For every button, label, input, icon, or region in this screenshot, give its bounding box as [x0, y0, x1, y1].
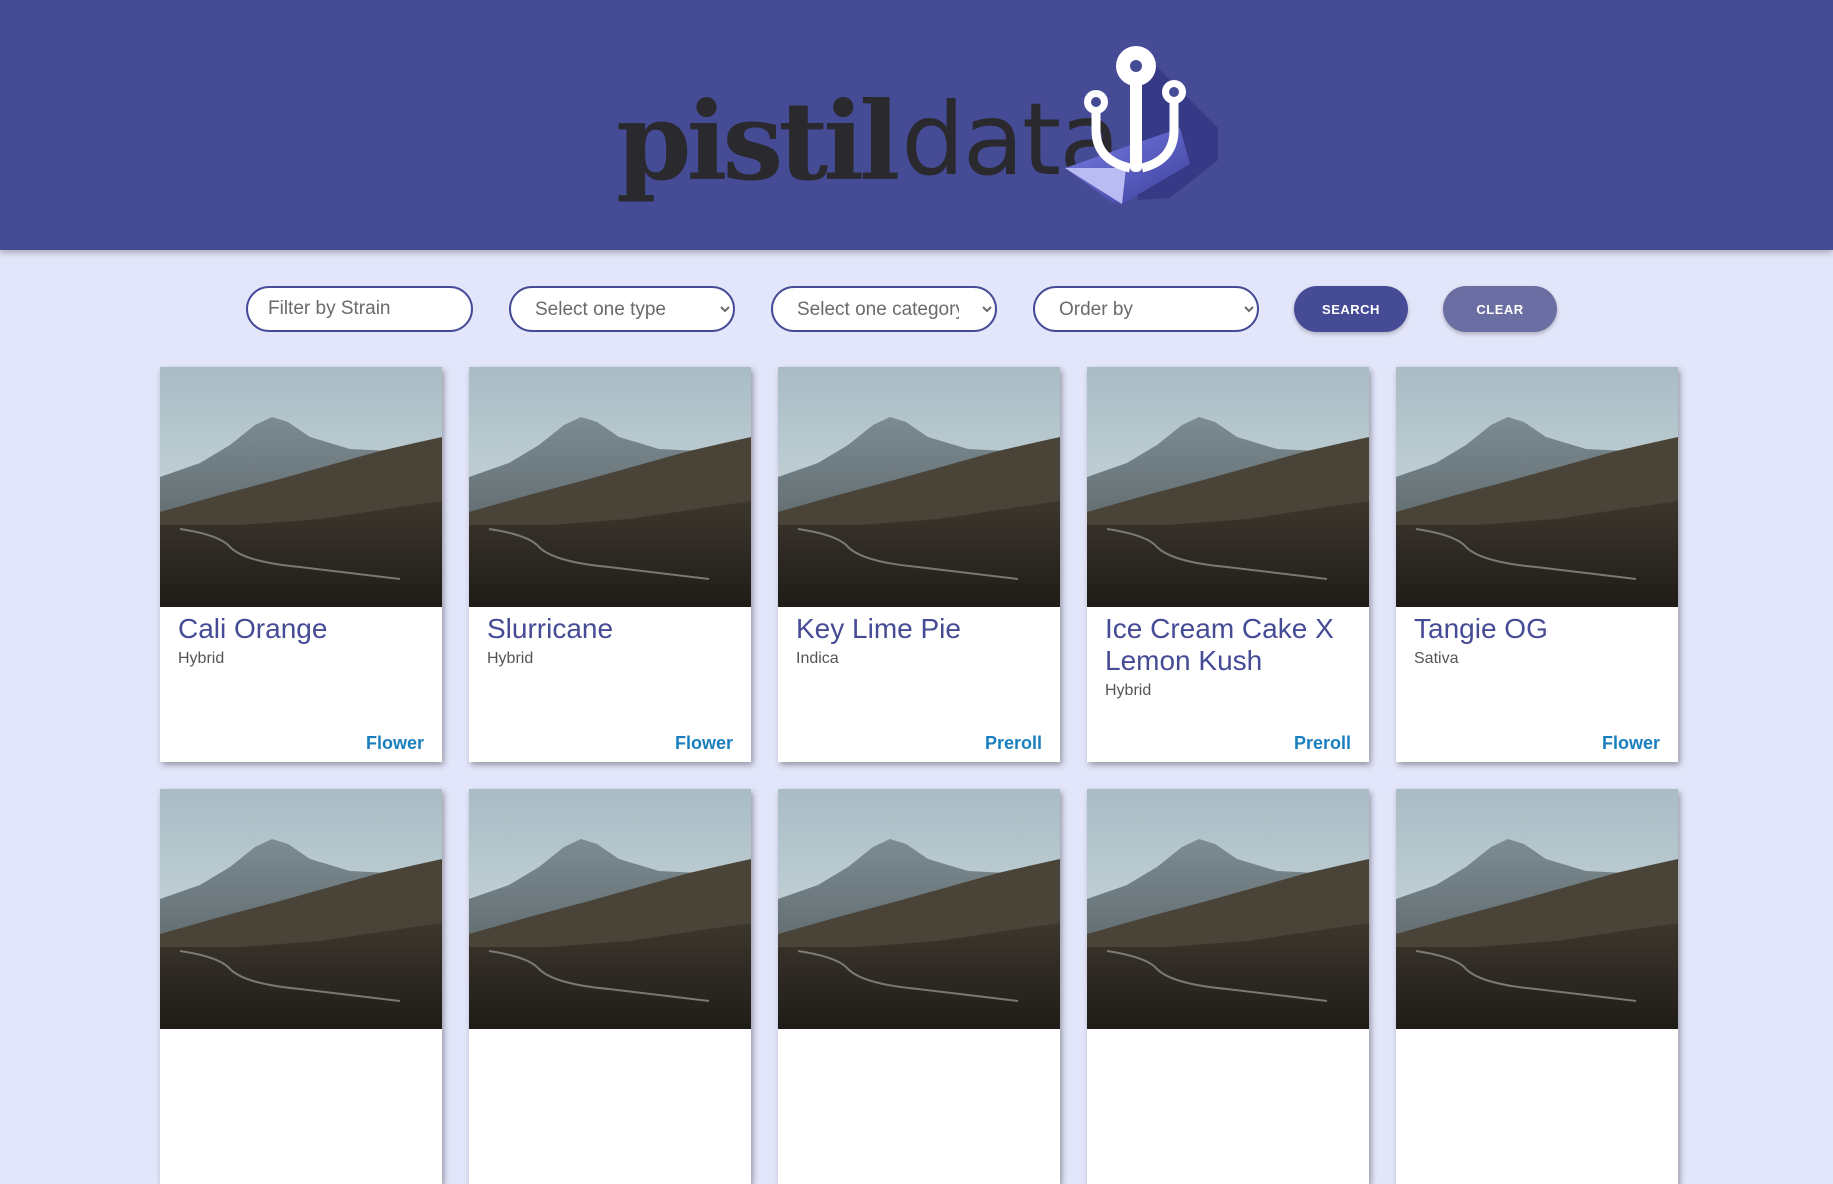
product-card[interactable]: Cali Orange Hybrid Flower: [160, 367, 442, 762]
product-category: Flower: [365, 733, 424, 753]
search-button[interactable]: SEARCH: [1294, 286, 1408, 332]
product-name: Slurricane: [487, 613, 614, 644]
product-image: [1396, 367, 1678, 607]
clear-button[interactable]: CLEAR: [1443, 286, 1557, 332]
order-by-select[interactable]: Order by: [1033, 286, 1259, 332]
product-category: Flower: [1601, 733, 1660, 753]
brand-word-pistil: pistil: [616, 79, 900, 205]
product-image: [160, 789, 442, 1029]
product-name: Tangie OG: [1414, 613, 1548, 644]
product-type: Hybrid: [178, 650, 225, 667]
product-type-wrap: Hybrid: [1105, 679, 1355, 701]
product-card-partial[interactable]: [778, 789, 1060, 1184]
product-image: [1087, 367, 1369, 607]
product-category: Preroll: [1293, 733, 1351, 753]
site-header: pistil data: [0, 0, 1833, 250]
product-image: [469, 789, 751, 1029]
product-image: [469, 367, 751, 607]
product-type: Sativa: [1414, 650, 1459, 667]
type-select[interactable]: Select one type: [509, 286, 735, 332]
brand-wordmark[interactable]: pistil data: [616, 66, 1121, 205]
product-image: [1087, 789, 1369, 1029]
product-card-partial[interactable]: [469, 789, 751, 1184]
product-name: Key Lime Pie: [796, 613, 961, 644]
product-category: Preroll: [984, 733, 1042, 753]
filter-bar: Select one type Select one category Orde…: [0, 286, 1833, 332]
product-category: Flower: [674, 733, 733, 753]
product-name: Cali Orange: [178, 613, 328, 644]
product-card-partial[interactable]: [160, 789, 442, 1184]
product-card-partial[interactable]: [1396, 789, 1678, 1184]
product-image: [160, 367, 442, 607]
product-card[interactable]: Slurricane Hybrid Flower: [469, 367, 751, 762]
strain-filter-input[interactable]: [246, 286, 473, 332]
product-type: Hybrid: [487, 650, 534, 667]
product-type: Hybrid: [1105, 682, 1152, 699]
product-type-wrap: Hybrid: [487, 647, 737, 669]
product-image: [778, 367, 1060, 607]
product-image: [778, 789, 1060, 1029]
product-type-wrap: Sativa: [1414, 647, 1664, 669]
product-image: [1396, 789, 1678, 1029]
product-name: Ice Cream Cake X Lemon Kush: [1105, 613, 1334, 676]
product-type-wrap: Indica: [796, 647, 1046, 669]
product-card[interactable]: Ice Cream Cake X Lemon Kush Hybrid Prero…: [1087, 367, 1369, 762]
anchor-logo-icon: [1065, 46, 1218, 204]
product-type-wrap: Hybrid: [178, 647, 428, 669]
product-type: Indica: [796, 650, 839, 667]
product-card-partial[interactable]: [1087, 789, 1369, 1184]
product-card[interactable]: Key Lime Pie Indica Preroll: [778, 367, 1060, 762]
product-card[interactable]: Tangie OG Sativa Flower: [1396, 367, 1678, 762]
category-select[interactable]: Select one category: [771, 286, 997, 332]
